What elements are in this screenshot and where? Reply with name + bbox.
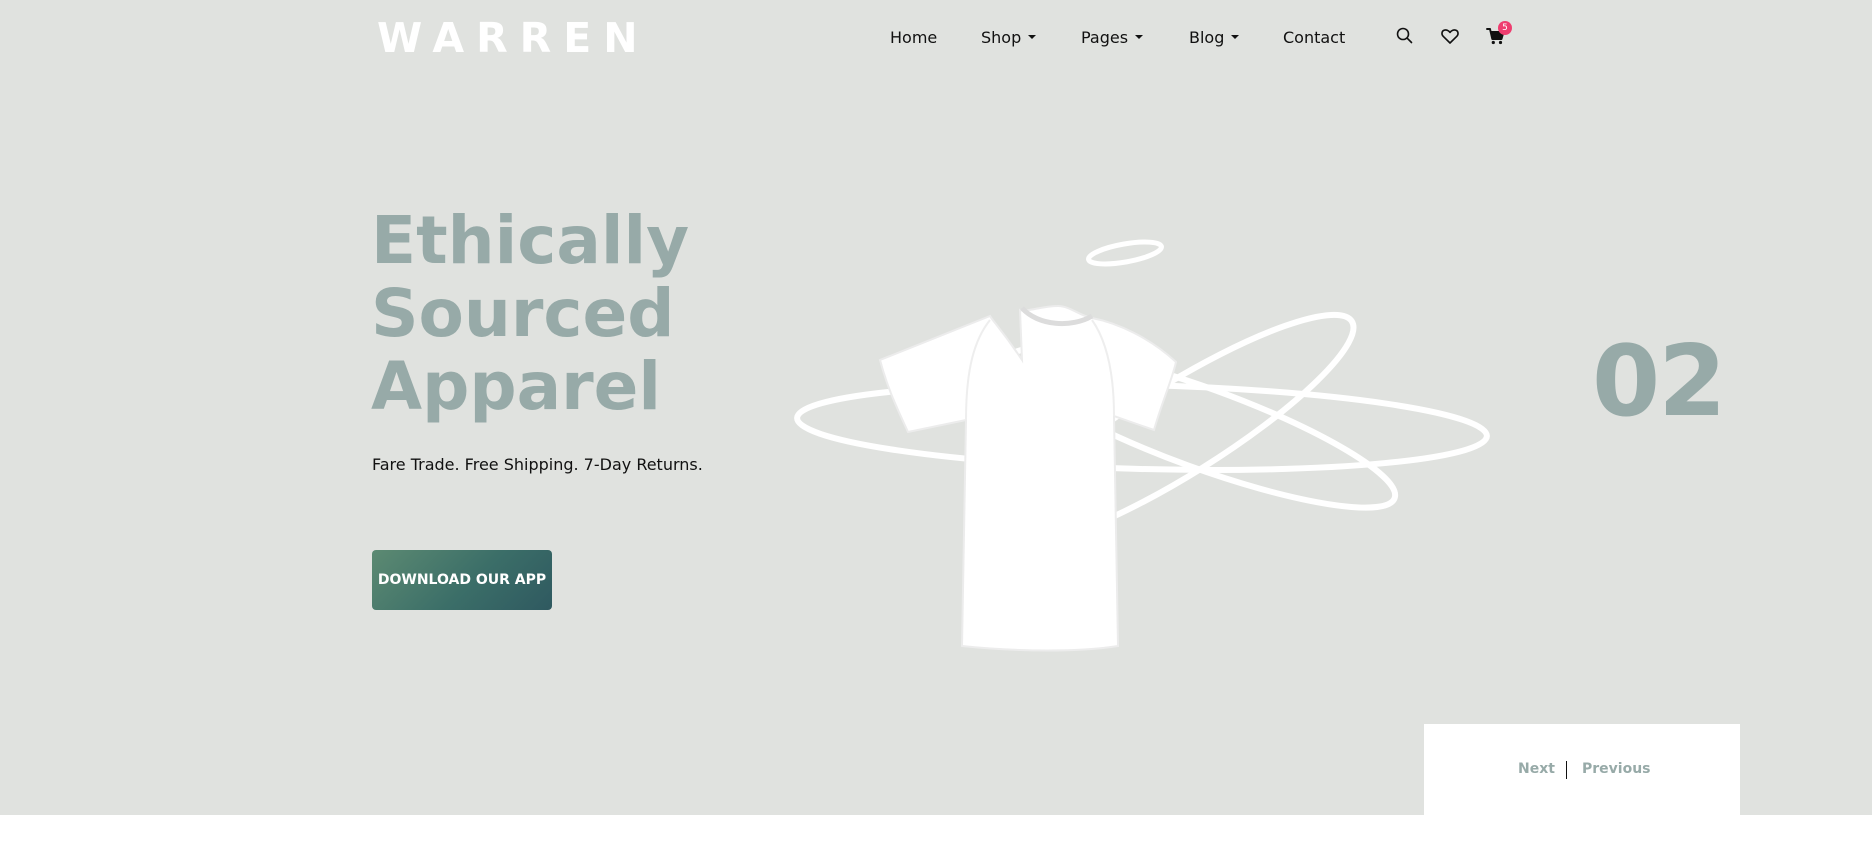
nav-contact[interactable]: Contact: [1283, 26, 1345, 50]
nav-home[interactable]: Home: [890, 26, 937, 50]
nav-pages-label: Pages: [1081, 28, 1129, 47]
pager-divider: [1566, 761, 1567, 779]
wishlist-button[interactable]: [1438, 24, 1462, 48]
slider-pager: Next Previous: [1424, 724, 1740, 815]
nav-home-label: Home: [890, 28, 938, 47]
slide-number: 02: [1592, 325, 1726, 439]
nav-shop-label: Shop: [981, 28, 1022, 47]
nav-shop[interactable]: Shop: [981, 26, 1037, 50]
nav-blog[interactable]: Blog: [1189, 26, 1240, 50]
hero-headline: Ethically Sourced Apparel: [371, 204, 689, 423]
search-icon: [1396, 27, 1413, 44]
nav-contact-label: Contact: [1283, 28, 1346, 47]
chevron-down-icon: [1028, 35, 1037, 39]
halo-ring: [1086, 239, 1164, 267]
download-app-button[interactable]: DOWNLOAD OUR APP: [372, 550, 552, 610]
chevron-down-icon: [1135, 35, 1144, 39]
cart-count-badge: 5: [1498, 21, 1512, 35]
hero-section: WARREN Home Shop Pages Blog Contact 5 Et…: [0, 0, 1872, 815]
headline-line-1: Ethically: [371, 202, 690, 279]
nav-blog-label: Blog: [1189, 28, 1225, 47]
previous-button[interactable]: Previous: [1582, 761, 1651, 777]
headline-line-2: Sourced: [371, 275, 675, 352]
headline-line-3: Apparel: [371, 348, 662, 425]
nav-pages[interactable]: Pages: [1081, 26, 1144, 50]
chevron-down-icon: [1231, 35, 1240, 39]
heart-icon: [1441, 29, 1459, 44]
logo[interactable]: WARREN: [377, 14, 650, 62]
next-button[interactable]: Next: [1518, 761, 1555, 777]
search-button[interactable]: [1393, 24, 1417, 48]
hero-tagline: Fare Trade. Free Shipping. 7-Day Returns…: [372, 455, 703, 474]
tshirt-image: [878, 304, 1178, 652]
tshirt-orbit-illustration: [794, 239, 1490, 652]
